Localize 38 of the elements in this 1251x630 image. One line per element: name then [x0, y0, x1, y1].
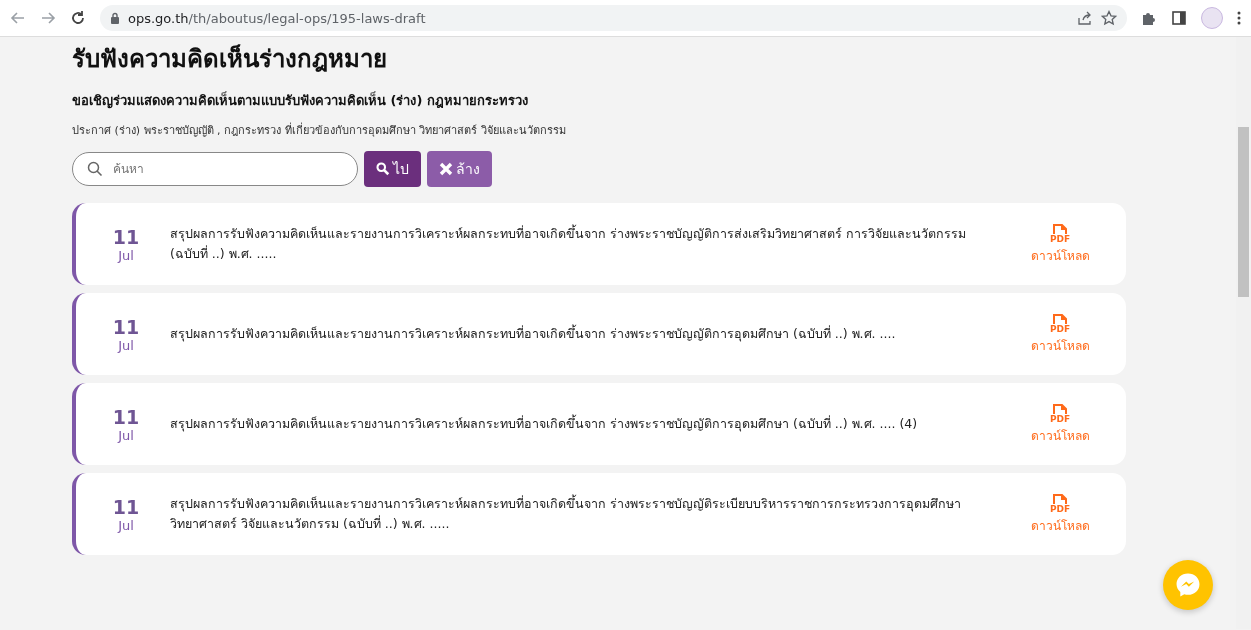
date-day: 11 [112, 225, 140, 248]
date-day: 11 [112, 315, 140, 338]
search-icon [376, 162, 390, 176]
share-icon[interactable] [1077, 10, 1093, 26]
close-icon [439, 162, 453, 176]
back-icon[interactable] [10, 10, 26, 26]
download-link[interactable]: PDF ดาวน์โหลด [1020, 493, 1100, 535]
search-input[interactable]: ค้นหา [111, 161, 343, 177]
url-text: ops.go.th/th/aboutus/legal-ops/195-laws-draft [128, 10, 426, 26]
download-link[interactable]: PDF ดาวน์โหลด [1020, 223, 1100, 265]
clear-button[interactable]: ล้าง [427, 151, 492, 187]
date-month: Jul [118, 247, 134, 263]
date-month: Jul [118, 517, 134, 533]
side-panel-icon[interactable] [1171, 10, 1187, 26]
scrollbar-thumb[interactable] [1238, 127, 1249, 297]
page-title: รับฟังความคิดเห็นร่างกฎหมาย [72, 43, 388, 75]
reload-icon[interactable] [70, 10, 86, 26]
document-title: สรุปผลการรับฟังความคิดเห็นและรายงานการวิเคราะห์ผลกระทบที่อาจเกิดขึ้นจาก ร่างพระราชบัญญัติระเบียบบริหารราชการกระทรวงการอุดมศึกษา วิทยาศาสตร์ วิจัยและนวัตกรรม (ฉบับที่ ..) พ.ศ. ..... [170, 494, 962, 533]
date-month: Jul [118, 427, 134, 443]
document-title: สรุปผลการรับฟังความคิดเห็นและรายงานการวิเคราะห์ผลกระทบที่อาจเกิดขึ้นจาก ร่างพระราชบัญญัติการส่งเสริมวิทยาศาสตร์ การวิจัยและนวัตกรรม (ฉบับที่ ..) พ.ศ. ..... [170, 224, 967, 263]
date-day: 11 [112, 495, 140, 518]
search-button[interactable]: ไป [364, 151, 421, 187]
lock-icon [110, 12, 120, 24]
star-icon[interactable] [1101, 10, 1117, 26]
page-description: ประกาศ (ร่าง) พระราชบัญญัติ , กฎกระทรวง ที่เกี่ยวข้องกับการอุดมศึกษา วิทยาศาสตร์ วิจัยและนวัตกรรม [72, 121, 567, 139]
date-month: Jul [118, 337, 134, 353]
download-link[interactable]: PDF ดาวน์โหลด [1020, 313, 1100, 355]
document-title: สรุปผลการรับฟังความคิดเห็นและรายงานการวิเคราะห์ผลกระทบที่อาจเกิดขึ้นจาก ร่างพระราชบัญญัติการอุดมศึกษา (ฉบับที่ ..) พ.ศ. .... [170, 324, 897, 344]
download-link[interactable]: PDF ดาวน์โหลด [1020, 403, 1100, 445]
menu-icon[interactable] [1237, 10, 1241, 26]
puzzle-icon[interactable] [1141, 10, 1157, 26]
date-day: 11 [112, 405, 140, 428]
search-field[interactable]: ค้นหา [72, 152, 358, 186]
search-icon [87, 161, 103, 177]
page-subtitle: ขอเชิญร่วมแสดงความคิดเห็นตามแบบรับฟังความคิดเห็น (ร่าง) กฎหมายกระทรวง [72, 90, 529, 111]
forward-icon[interactable] [40, 10, 56, 26]
address-bar[interactable]: ops.go.th/th/aboutus/legal-ops/195-laws-draft [100, 5, 1127, 31]
document-title: สรุปผลการรับฟังความคิดเห็นและรายงานการวิเคราะห์ผลกระทบที่อาจเกิดขึ้นจาก ร่างพระราชบัญญัติการอุดมศึกษา (ฉบับที่ ..) พ.ศ. .... (4) [170, 414, 919, 434]
